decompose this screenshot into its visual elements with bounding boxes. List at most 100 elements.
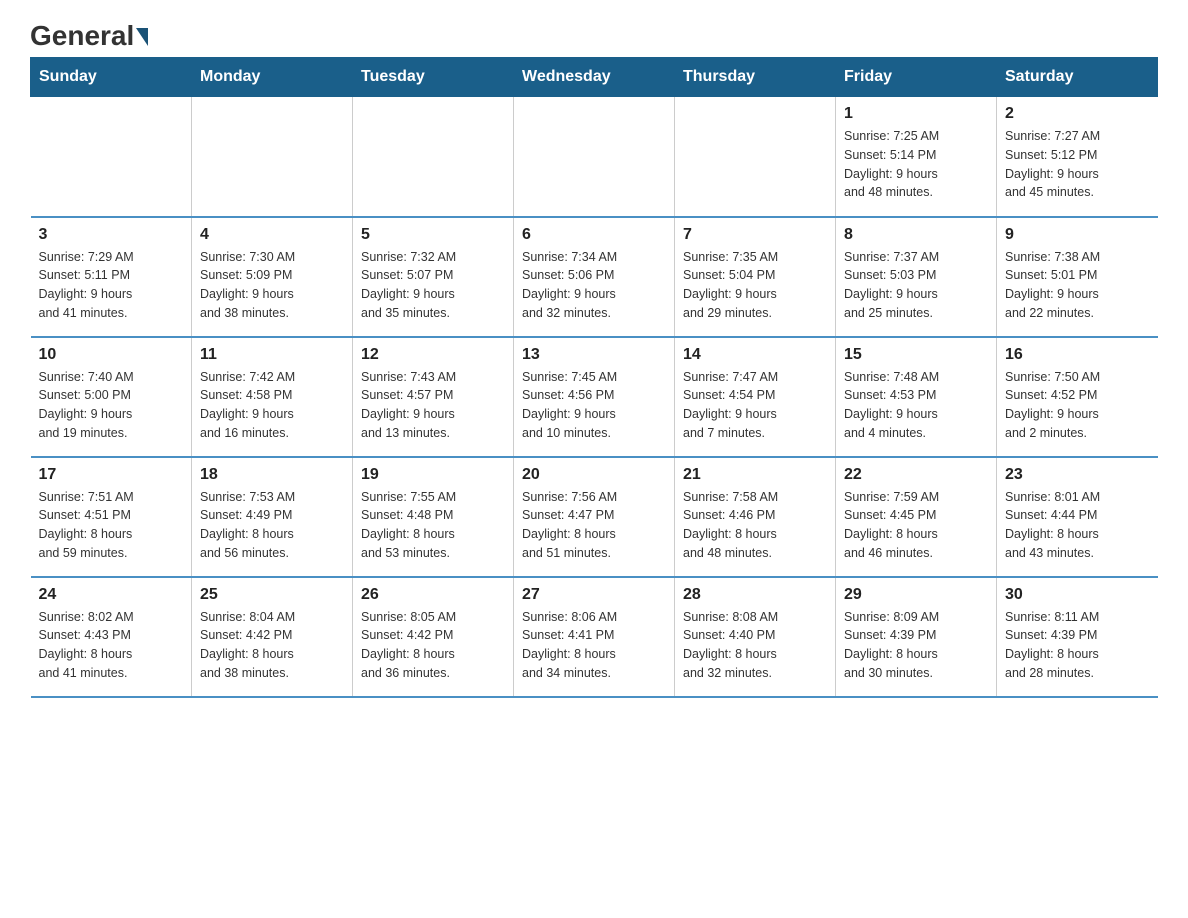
calendar-cell: 14 Sunrise: 7:47 AM Sunset: 4:54 PM Dayli…: [675, 337, 836, 457]
day-info: Sunrise: 7:55 AM Sunset: 4:48 PM Dayligh…: [361, 488, 505, 563]
day-number: 16: [1005, 346, 1150, 364]
calendar-cell: 11Sunrise: 7:42 AM Sunset: 4:58 PM Dayli…: [192, 337, 353, 457]
day-info: Sunrise: 8:02 AM Sunset: 4:43 PM Dayligh…: [39, 608, 184, 683]
calendar-cell: 17 Sunrise: 7:51 AM Sunset: 4:51 PM Dayli…: [31, 457, 192, 577]
calendar-cell: 24 Sunrise: 8:02 AM Sunset: 4:43 PM Dayli…: [31, 577, 192, 697]
day-info: Sunrise: 7:29 AM Sunset: 5:11 PM Dayligh…: [39, 248, 184, 323]
calendar-cell: 20 Sunrise: 7:56 AM Sunset: 4:47 PM Dayli…: [514, 457, 675, 577]
day-info: Sunrise: 7:35 AM Sunset: 5:04 PM Dayligh…: [683, 248, 827, 323]
day-number: 11: [200, 346, 344, 364]
day-number: 2: [1005, 105, 1150, 123]
day-number: 29: [844, 586, 988, 604]
calendar-cell: 4 Sunrise: 7:30 AM Sunset: 5:09 PM Daylig…: [192, 217, 353, 337]
calendar-cell: [192, 97, 353, 217]
weekday-header-friday: Friday: [836, 58, 997, 97]
day-number: 5: [361, 226, 505, 244]
day-info: Sunrise: 7:56 AM Sunset: 4:47 PM Dayligh…: [522, 488, 666, 563]
day-number: 30: [1005, 586, 1150, 604]
day-info: Sunrise: 8:06 AM Sunset: 4:41 PM Dayligh…: [522, 608, 666, 683]
calendar-cell: 7 Sunrise: 7:35 AM Sunset: 5:04 PM Daylig…: [675, 217, 836, 337]
calendar-cell: 6Sunrise: 7:34 AM Sunset: 5:06 PM Daylig…: [514, 217, 675, 337]
calendar-cell: [31, 97, 192, 217]
calendar-cell: 8Sunrise: 7:37 AM Sunset: 5:03 PM Daylig…: [836, 217, 997, 337]
calendar-cell: [353, 97, 514, 217]
weekday-header-wednesday: Wednesday: [514, 58, 675, 97]
calendar-cell: 15 Sunrise: 7:48 AM Sunset: 4:53 PM Dayli…: [836, 337, 997, 457]
calendar-cell: 12Sunrise: 7:43 AM Sunset: 4:57 PM Dayli…: [353, 337, 514, 457]
day-info: Sunrise: 8:05 AM Sunset: 4:42 PM Dayligh…: [361, 608, 505, 683]
day-number: 15: [844, 346, 988, 364]
day-info: Sunrise: 8:08 AM Sunset: 4:40 PM Dayligh…: [683, 608, 827, 683]
day-info: Sunrise: 7:25 AM Sunset: 5:14 PM Dayligh…: [844, 127, 988, 202]
calendar-cell: 27 Sunrise: 8:06 AM Sunset: 4:41 PM Dayli…: [514, 577, 675, 697]
day-info: Sunrise: 7:30 AM Sunset: 5:09 PM Dayligh…: [200, 248, 344, 323]
day-number: 13: [522, 346, 666, 364]
day-info: Sunrise: 7:50 AM Sunset: 4:52 PM Dayligh…: [1005, 368, 1150, 443]
page-header: General: [30, 20, 1158, 47]
day-number: 17: [39, 466, 184, 484]
day-info: Sunrise: 7:32 AM Sunset: 5:07 PM Dayligh…: [361, 248, 505, 323]
day-number: 24: [39, 586, 184, 604]
day-number: 9: [1005, 226, 1150, 244]
day-number: 19: [361, 466, 505, 484]
day-number: 22: [844, 466, 988, 484]
calendar-week-row: 10Sunrise: 7:40 AM Sunset: 5:00 PM Dayli…: [31, 337, 1158, 457]
calendar-header: SundayMondayTuesdayWednesdayThursdayFrid…: [31, 58, 1158, 97]
logo-general-label: General: [30, 20, 134, 52]
calendar-week-row: 17 Sunrise: 7:51 AM Sunset: 4:51 PM Dayli…: [31, 457, 1158, 577]
day-number: 25: [200, 586, 344, 604]
calendar-cell: 9Sunrise: 7:38 AM Sunset: 5:01 PM Daylig…: [997, 217, 1158, 337]
day-info: Sunrise: 8:11 AM Sunset: 4:39 PM Dayligh…: [1005, 608, 1150, 683]
day-number: 7: [683, 226, 827, 244]
day-info: Sunrise: 7:27 AM Sunset: 5:12 PM Dayligh…: [1005, 127, 1150, 202]
day-info: Sunrise: 7:47 AM Sunset: 4:54 PM Dayligh…: [683, 368, 827, 443]
calendar-table: SundayMondayTuesdayWednesdayThursdayFrid…: [30, 57, 1158, 698]
day-info: Sunrise: 7:43 AM Sunset: 4:57 PM Dayligh…: [361, 368, 505, 443]
day-info: Sunrise: 8:04 AM Sunset: 4:42 PM Dayligh…: [200, 608, 344, 683]
calendar-week-row: 1 Sunrise: 7:25 AM Sunset: 5:14 PM Daylig…: [31, 97, 1158, 217]
calendar-cell: [675, 97, 836, 217]
calendar-week-row: 24 Sunrise: 8:02 AM Sunset: 4:43 PM Dayli…: [31, 577, 1158, 697]
day-number: 26: [361, 586, 505, 604]
day-number: 14: [683, 346, 827, 364]
day-info: Sunrise: 8:01 AM Sunset: 4:44 PM Dayligh…: [1005, 488, 1150, 563]
calendar-week-row: 3Sunrise: 7:29 AM Sunset: 5:11 PM Daylig…: [31, 217, 1158, 337]
calendar-cell: 3Sunrise: 7:29 AM Sunset: 5:11 PM Daylig…: [31, 217, 192, 337]
calendar-cell: 13 Sunrise: 7:45 AM Sunset: 4:56 PM Dayli…: [514, 337, 675, 457]
day-info: Sunrise: 8:09 AM Sunset: 4:39 PM Dayligh…: [844, 608, 988, 683]
day-info: Sunrise: 7:40 AM Sunset: 5:00 PM Dayligh…: [39, 368, 184, 443]
calendar-cell: 26 Sunrise: 8:05 AM Sunset: 4:42 PM Dayli…: [353, 577, 514, 697]
calendar-cell: 18 Sunrise: 7:53 AM Sunset: 4:49 PM Dayli…: [192, 457, 353, 577]
day-number: 20: [522, 466, 666, 484]
weekday-header-sunday: Sunday: [31, 58, 192, 97]
day-info: Sunrise: 7:51 AM Sunset: 4:51 PM Dayligh…: [39, 488, 184, 563]
day-number: 1: [844, 105, 988, 123]
day-number: 23: [1005, 466, 1150, 484]
calendar-body: 1 Sunrise: 7:25 AM Sunset: 5:14 PM Daylig…: [31, 97, 1158, 697]
weekday-header-tuesday: Tuesday: [353, 58, 514, 97]
calendar-cell: 5 Sunrise: 7:32 AM Sunset: 5:07 PM Daylig…: [353, 217, 514, 337]
day-number: 4: [200, 226, 344, 244]
day-number: 6: [522, 226, 666, 244]
day-info: Sunrise: 7:48 AM Sunset: 4:53 PM Dayligh…: [844, 368, 988, 443]
calendar-cell: 30 Sunrise: 8:11 AM Sunset: 4:39 PM Dayli…: [997, 577, 1158, 697]
calendar-cell: 25 Sunrise: 8:04 AM Sunset: 4:42 PM Dayli…: [192, 577, 353, 697]
calendar-cell: 2 Sunrise: 7:27 AM Sunset: 5:12 PM Daylig…: [997, 97, 1158, 217]
day-number: 18: [200, 466, 344, 484]
day-info: Sunrise: 7:58 AM Sunset: 4:46 PM Dayligh…: [683, 488, 827, 563]
weekday-header-thursday: Thursday: [675, 58, 836, 97]
day-info: Sunrise: 7:53 AM Sunset: 4:49 PM Dayligh…: [200, 488, 344, 563]
day-number: 8: [844, 226, 988, 244]
calendar-cell: [514, 97, 675, 217]
calendar-cell: 19 Sunrise: 7:55 AM Sunset: 4:48 PM Dayli…: [353, 457, 514, 577]
calendar-cell: 21Sunrise: 7:58 AM Sunset: 4:46 PM Dayli…: [675, 457, 836, 577]
calendar-cell: 28Sunrise: 8:08 AM Sunset: 4:40 PM Dayli…: [675, 577, 836, 697]
logo: General: [30, 20, 148, 47]
day-info: Sunrise: 7:45 AM Sunset: 4:56 PM Dayligh…: [522, 368, 666, 443]
calendar-cell: 23 Sunrise: 8:01 AM Sunset: 4:44 PM Dayli…: [997, 457, 1158, 577]
day-number: 27: [522, 586, 666, 604]
logo-general-text: General: [30, 20, 148, 52]
weekday-header-monday: Monday: [192, 58, 353, 97]
day-info: Sunrise: 7:59 AM Sunset: 4:45 PM Dayligh…: [844, 488, 988, 563]
weekday-row: SundayMondayTuesdayWednesdayThursdayFrid…: [31, 58, 1158, 97]
